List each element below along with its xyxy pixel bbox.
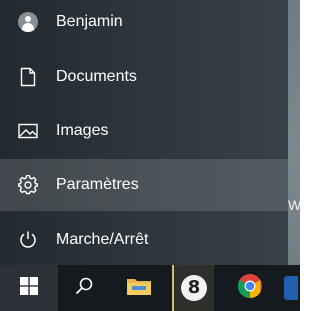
gear-icon (17, 174, 39, 196)
start-menu-item-documents[interactable]: Documents (0, 51, 288, 103)
start-menu-user[interactable]: Benjamin (0, 0, 288, 48)
folder-icon (126, 275, 152, 302)
documents-label: Documents (56, 68, 137, 85)
document-icon (17, 66, 39, 88)
settings-label: Paramètres (56, 176, 139, 193)
taskbar: 8 (0, 265, 300, 311)
desktop-partial-text: W (288, 197, 300, 213)
app-icon (284, 276, 298, 300)
windows-logo-icon (20, 276, 38, 300)
taskbar-search-button[interactable] (60, 265, 108, 311)
eight-badge-icon: 8 (181, 275, 207, 301)
desktop-background (288, 0, 300, 265)
taskbar-partial-app-button[interactable] (284, 265, 300, 311)
power-icon (17, 229, 39, 251)
start-menu: Benjamin Documents Images Paramètres Mar… (0, 0, 288, 265)
taskbar-chrome-button[interactable] (226, 265, 274, 311)
user-avatar-icon (17, 11, 39, 33)
start-menu-item-images[interactable]: Images (0, 105, 288, 157)
taskbar-file-explorer-button[interactable] (115, 265, 163, 311)
start-menu-item-power[interactable]: Marche/Arrêt (0, 214, 288, 266)
taskbar-start-button[interactable] (0, 265, 58, 311)
taskbar-pinned-app-button[interactable]: 8 (172, 265, 214, 311)
image-icon (17, 120, 39, 142)
start-menu-item-settings[interactable]: Paramètres (0, 159, 288, 211)
user-name-label: Benjamin (56, 13, 123, 30)
chrome-icon (237, 273, 263, 304)
images-label: Images (56, 122, 109, 139)
search-icon (74, 276, 94, 301)
desktop-screen: W Benjamin Documents Images Paramètres M… (0, 0, 300, 311)
power-label: Marche/Arrêt (56, 231, 149, 248)
